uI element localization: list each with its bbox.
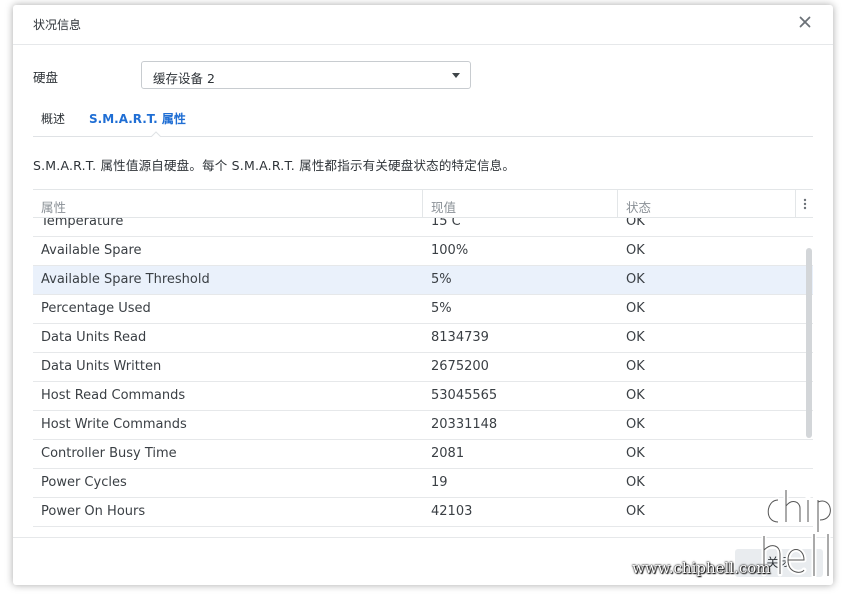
column-menu-icon[interactable] <box>802 196 808 212</box>
status-cell: OK <box>626 388 645 403</box>
table-body: Temperature 15 C OK Available Spare 100% OK Av… <box>33 218 813 529</box>
current-value-cell: 100% <box>431 243 469 258</box>
table-row[interactable]: Data Units Read 8134739 OK <box>33 324 813 353</box>
status-cell: OK <box>626 359 645 374</box>
status-cell: OK <box>626 330 645 345</box>
attribute-name-cell: Data Units Read <box>41 330 147 345</box>
column-divider <box>422 190 423 218</box>
tab-smart-attributes[interactable]: S.M.A.R.T. 属性 <box>89 110 186 127</box>
current-value-cell: 5% <box>431 272 452 287</box>
current-value-cell: 5% <box>431 301 452 316</box>
active-tab-indicator-icon <box>151 131 161 137</box>
table-row[interactable]: Host Write Commands 20331148 OK <box>33 411 813 440</box>
current-value-cell: 15 C <box>431 218 461 229</box>
watermark-text: www.chiphell.com <box>632 559 771 577</box>
table-row[interactable]: Data Units Written 2675200 OK <box>33 353 813 382</box>
current-value-cell: 53045565 <box>431 388 498 403</box>
dialog-titlebar: 状况信息 <box>13 5 833 45</box>
column-header-value[interactable]: 现值 <box>431 197 456 216</box>
attribute-name-cell: Host Read Commands <box>41 388 186 403</box>
smart-description: S.M.A.R.T. 属性值源自硬盘。每个 S.M.A.R.T. 属性都指示有关… <box>33 158 516 173</box>
attribute-name-cell: Power On Hours <box>41 504 146 519</box>
current-value-cell: 19 <box>431 475 448 490</box>
table-row[interactable]: Temperature 15 C OK <box>33 218 813 237</box>
status-info-dialog: 状况信息 硬盘 缓存设备 2 概述 S.M.A.R.T. 属性 S.M.A.R.… <box>13 5 833 585</box>
tab-overview[interactable]: 概述 <box>41 110 65 127</box>
attribute-name-cell: Percentage Used <box>41 301 151 316</box>
close-icon[interactable] <box>797 14 813 30</box>
table-scrollbar[interactable] <box>806 248 812 438</box>
table-row[interactable]: Power On Hours 42103 OK <box>33 498 813 527</box>
tab-bar: 概述 S.M.A.R.T. 属性 <box>33 101 813 137</box>
current-value-cell: 8134739 <box>431 330 489 345</box>
attribute-name-cell: Data Units Written <box>41 359 162 374</box>
dialog-title: 状况信息 <box>33 18 82 32</box>
column-header-attribute[interactable]: 属性 <box>41 197 66 216</box>
disk-select-value: 缓存设备 2 <box>153 71 215 86</box>
table-row[interactable]: Available Spare 100% OK <box>33 237 813 266</box>
attribute-name-cell: Power Cycles <box>41 475 127 490</box>
attribute-name-cell: Host Write Commands <box>41 417 187 432</box>
column-divider <box>617 190 618 218</box>
disk-label: 硬盘 <box>33 70 59 85</box>
status-cell: OK <box>626 301 645 316</box>
table-row[interactable]: Controller Busy Time 2081 OK <box>33 440 813 469</box>
current-value-cell: 2081 <box>431 446 465 461</box>
column-divider <box>795 190 796 218</box>
table-row[interactable]: Available Spare Threshold 5% OK <box>33 266 813 295</box>
table-header: 属性 现值 状态 <box>33 190 813 218</box>
status-cell: OK <box>626 272 645 287</box>
status-cell: OK <box>626 218 645 229</box>
attribute-name-cell: Temperature <box>41 218 124 229</box>
current-value-cell: 42103 <box>431 504 473 519</box>
attribute-name-cell: Controller Busy Time <box>41 446 177 461</box>
column-header-status[interactable]: 状态 <box>626 197 651 216</box>
status-cell: OK <box>626 504 645 519</box>
smart-attribute-table: 属性 现值 状态 Temperature 15 C OK Available Spar… <box>33 189 813 529</box>
chiphell-logo-icon <box>761 488 833 579</box>
disk-select[interactable]: 缓存设备 2 <box>141 61 471 89</box>
status-cell: OK <box>626 417 645 432</box>
current-value-cell: 2675200 <box>431 359 489 374</box>
current-value-cell: 20331148 <box>431 417 498 432</box>
status-cell: OK <box>626 243 645 258</box>
table-row[interactable]: Percentage Used 5% OK <box>33 295 813 324</box>
attribute-name-cell: Available Spare <box>41 243 142 258</box>
attribute-name-cell: Available Spare Threshold <box>41 272 210 287</box>
table-row[interactable]: Host Read Commands 53045565 OK <box>33 382 813 411</box>
status-cell: OK <box>626 475 645 490</box>
table-row[interactable]: Power Cycles 19 OK <box>33 469 813 498</box>
status-cell: OK <box>626 446 645 461</box>
chevron-down-icon <box>452 73 460 78</box>
